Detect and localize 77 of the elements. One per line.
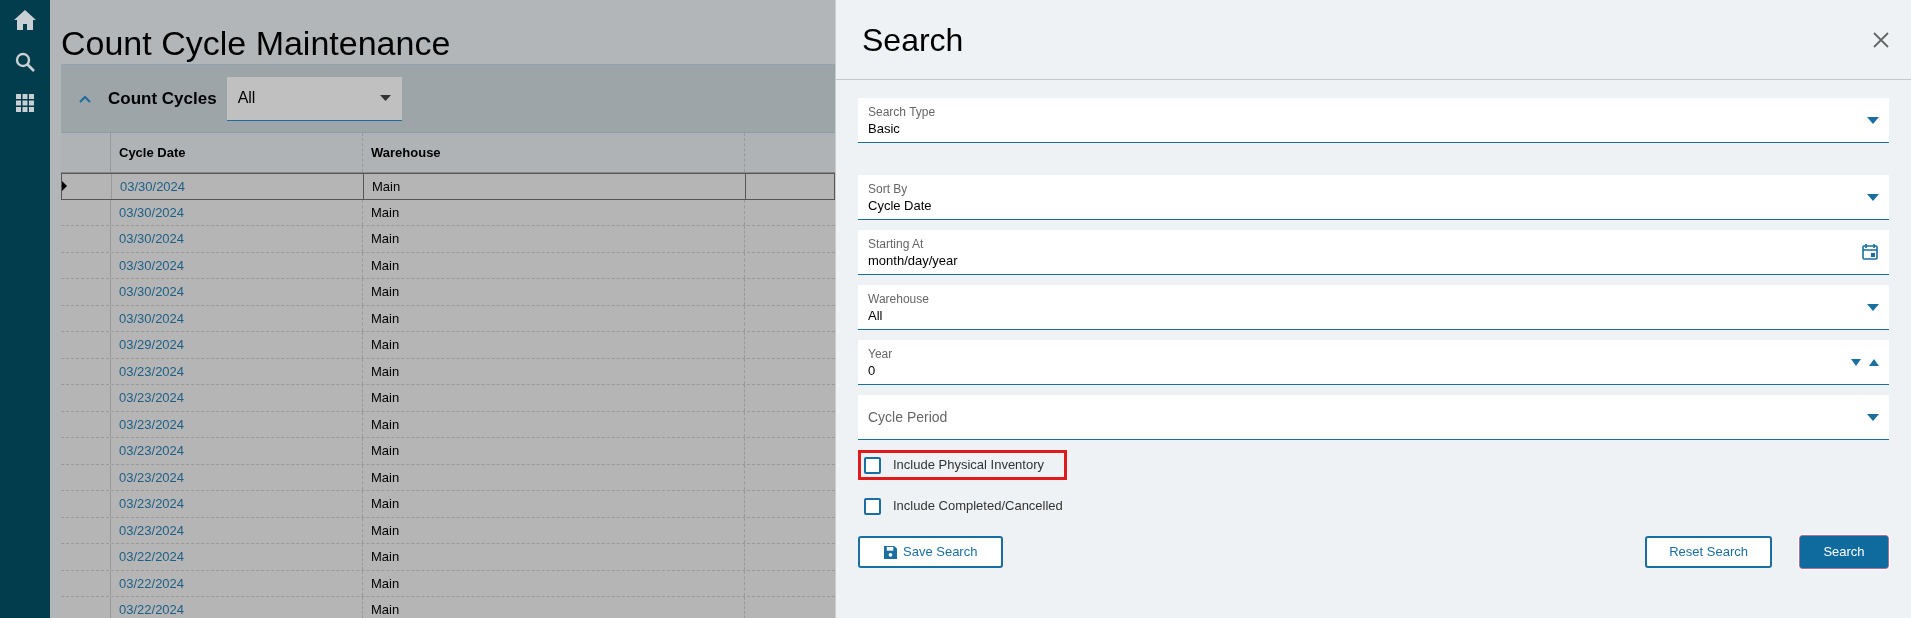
- grid-row[interactable]: 03/30/2024 Main: [61, 173, 835, 200]
- table-cell-text: Main: [371, 309, 400, 328]
- table-cell-text: Main: [371, 283, 400, 301]
- highlighted-checkbox-option[interactable]: Include Physical Inventory: [858, 450, 1068, 480]
- grid-row[interactable]: 03/23/2024 Main: [61, 517, 835, 544]
- grid-row[interactable]: 03/23/2024 Main: [61, 385, 835, 412]
- dropdown-caret-icon: [1867, 413, 1879, 421]
- dropdown-caret-icon: [379, 95, 391, 101]
- table-cell-text: Main: [371, 442, 400, 460]
- decrement-arrow-icon[interactable]: [1851, 358, 1861, 366]
- grid-row[interactable]: 03/23/2024 Main: [61, 491, 835, 518]
- number-field[interactable]: Year 0: [858, 340, 1889, 385]
- select-field[interactable]: Cycle Period: [858, 395, 1889, 440]
- grid-row[interactable]: 03/23/2024 Main: [61, 464, 835, 491]
- field-label: Starting At: [868, 235, 925, 252]
- save-search-button[interactable]: Save Search: [858, 536, 1004, 568]
- column-header[interactable]: Warehouse: [363, 133, 745, 172]
- field-value: 0: [868, 361, 877, 379]
- field-value: Basic: [868, 119, 901, 137]
- grid-row[interactable]: 03/29/2024 Main: [61, 332, 835, 359]
- checkbox[interactable]: [864, 497, 881, 515]
- save-icon: [884, 545, 897, 559]
- search-icon[interactable]: [15, 52, 35, 72]
- checkbox-option[interactable]: Include Completed/Cancelled: [858, 491, 1086, 521]
- table-cell-text: Main: [371, 521, 400, 540]
- page-title: Count Cycle Maintenance: [61, 23, 452, 64]
- dropdown-caret-icon: [1867, 116, 1879, 124]
- table-cell-text: Main: [371, 230, 400, 248]
- panel-title: Search: [862, 20, 964, 60]
- home-icon[interactable]: [14, 10, 36, 30]
- grid-row[interactable]: 03/23/2024 Main: [61, 411, 835, 438]
- table-cell-text: Main: [371, 256, 400, 275]
- grid-title: Count Cycles: [108, 87, 217, 110]
- reset-search-button[interactable]: Reset Search: [1645, 536, 1772, 568]
- table-cell-text: Main: [371, 336, 400, 354]
- grid-row[interactable]: 03/22/2024 Main: [61, 544, 835, 571]
- grid-row[interactable]: 03/30/2024 Main: [61, 252, 835, 279]
- table-cell-text: Main: [371, 495, 400, 513]
- grid-row[interactable]: 03/23/2024 Main: [61, 438, 835, 465]
- filter-dropdown[interactable]: All: [226, 76, 402, 121]
- search-button[interactable]: Search: [1799, 535, 1889, 569]
- close-icon[interactable]: [1873, 31, 1889, 48]
- grid-row[interactable]: 03/22/2024 Main: [61, 570, 835, 597]
- field-value: month/day/year: [868, 251, 958, 269]
- table-cell-text: Main: [371, 468, 400, 487]
- grid-row[interactable]: 03/30/2024 Main: [61, 279, 835, 306]
- increment-arrow-icon[interactable]: [1869, 358, 1879, 366]
- dropdown-caret-icon: [1867, 303, 1879, 311]
- field-value: Cycle Date: [868, 196, 932, 214]
- table-cell-text: Main: [371, 601, 400, 618]
- select-field[interactable]: Sort By Cycle Date: [858, 175, 1889, 220]
- table-cell-text: Main: [371, 389, 400, 407]
- select-field[interactable]: Warehouse All: [858, 285, 1889, 330]
- grid-row[interactable]: 03/30/2024 Main: [61, 199, 835, 226]
- field-placeholder: Cycle Period: [868, 407, 948, 427]
- field-value: All: [868, 306, 884, 324]
- table-cell-text: Main: [371, 415, 400, 434]
- field-label: Sort By: [868, 180, 909, 197]
- grid-row[interactable]: 03/30/2024 Main: [61, 305, 835, 332]
- field-label: Year: [868, 345, 893, 362]
- select-field[interactable]: Search Type Basic: [858, 98, 1889, 143]
- apps-grid-icon[interactable]: [16, 94, 34, 112]
- dropdown-caret-icon: [1867, 193, 1879, 201]
- row-pointer-icon: [62, 181, 67, 192]
- table-cell-text: Main: [371, 203, 400, 222]
- table-cell-text: Main: [371, 574, 400, 593]
- table-cell-text: Main: [371, 362, 400, 381]
- checkbox[interactable]: [864, 456, 881, 474]
- date-field[interactable]: Starting At month/day/year: [858, 230, 1889, 275]
- field-label: Warehouse: [868, 290, 929, 307]
- table-cell-text: Main: [371, 548, 400, 566]
- field-label: Search Type: [868, 103, 936, 120]
- grid-row[interactable]: 03/30/2024 Main: [61, 226, 835, 253]
- calendar-icon[interactable]: [1861, 243, 1879, 261]
- grid-row[interactable]: 03/23/2024 Main: [61, 358, 835, 385]
- table-cell-text: Main: [372, 177, 401, 196]
- column-header[interactable]: Cycle Date: [111, 133, 363, 172]
